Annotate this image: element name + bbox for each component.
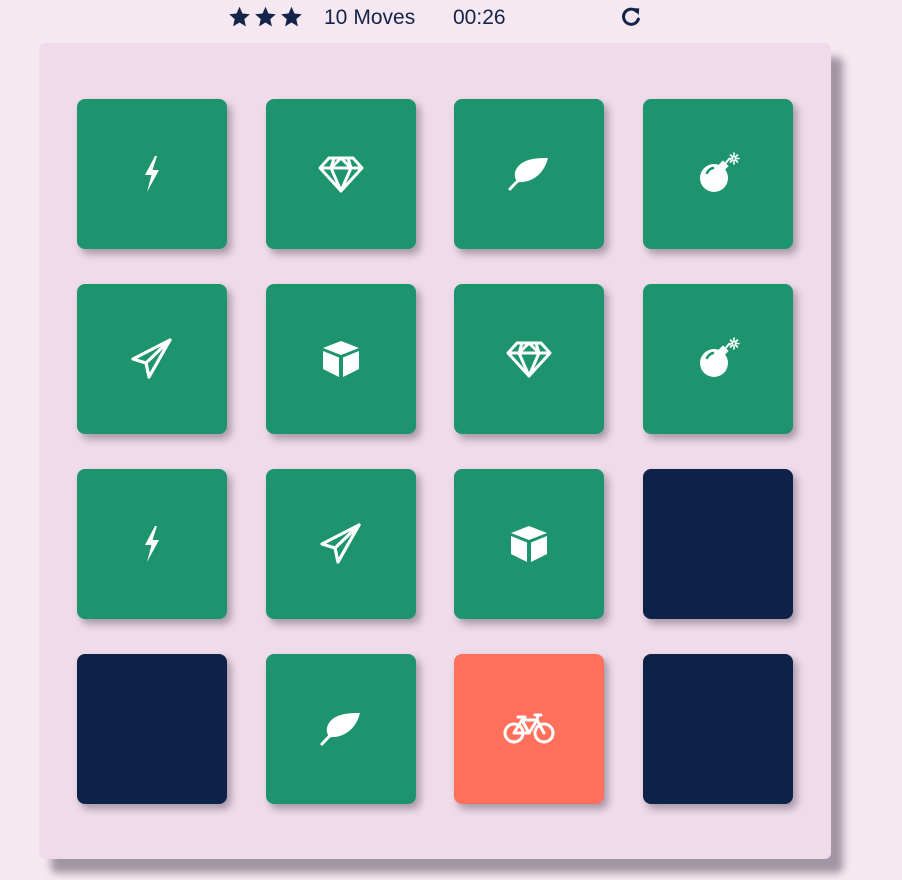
cube-icon: [320, 338, 362, 380]
card-leaf[interactable]: [454, 99, 604, 249]
card-diamond[interactable]: [266, 99, 416, 249]
card-leaf[interactable]: [266, 654, 416, 804]
paper-plane-icon: [319, 522, 363, 566]
diamond-icon: [505, 339, 553, 379]
card-bomb[interactable]: [643, 284, 793, 434]
card-bolt[interactable]: [77, 469, 227, 619]
card-paper-plane[interactable]: [266, 469, 416, 619]
diamond-icon: [317, 154, 365, 194]
card-bolt[interactable]: [77, 99, 227, 249]
star-icon: [228, 6, 251, 28]
card-cube[interactable]: [266, 284, 416, 434]
card-bomb[interactable]: [643, 99, 793, 249]
restart-button[interactable]: [620, 6, 642, 28]
timer: 00:26: [453, 6, 506, 29]
card-face-down[interactable]: [643, 654, 793, 804]
moves-count: 10: [324, 6, 348, 29]
bolt-icon: [132, 524, 172, 564]
card-paper-plane[interactable]: [77, 284, 227, 434]
cube-icon: [508, 523, 550, 565]
card-face-down[interactable]: [643, 469, 793, 619]
moves-counter: 10 Moves: [324, 6, 415, 30]
bolt-icon: [132, 154, 172, 194]
bicycle-icon: [502, 712, 556, 746]
paper-plane-icon: [130, 337, 174, 381]
score-panel: 10 Moves 00:26: [0, 0, 902, 34]
moves-label: Moves: [353, 6, 416, 29]
star-rating: [228, 6, 303, 28]
card-cube[interactable]: [454, 469, 604, 619]
leaf-icon: [507, 156, 551, 192]
leaf-icon: [319, 711, 363, 747]
card-bicycle[interactable]: [454, 654, 604, 804]
star-icon: [280, 6, 303, 28]
bomb-icon: [696, 337, 740, 381]
card-deck: [39, 43, 831, 859]
bomb-icon: [696, 152, 740, 196]
star-icon: [254, 6, 277, 28]
card-diamond[interactable]: [454, 284, 604, 434]
restart-icon: [622, 7, 640, 26]
card-face-down[interactable]: [77, 654, 227, 804]
